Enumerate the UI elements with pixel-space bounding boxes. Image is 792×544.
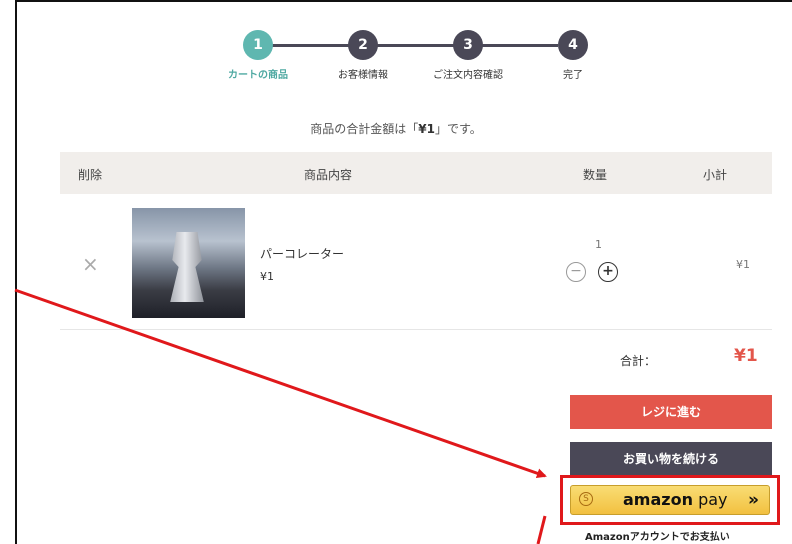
- annotation-arrow-line-2: [536, 515, 547, 544]
- annotation-arrows: [14, 288, 547, 544]
- annotation-arrow-line: [14, 288, 547, 479]
